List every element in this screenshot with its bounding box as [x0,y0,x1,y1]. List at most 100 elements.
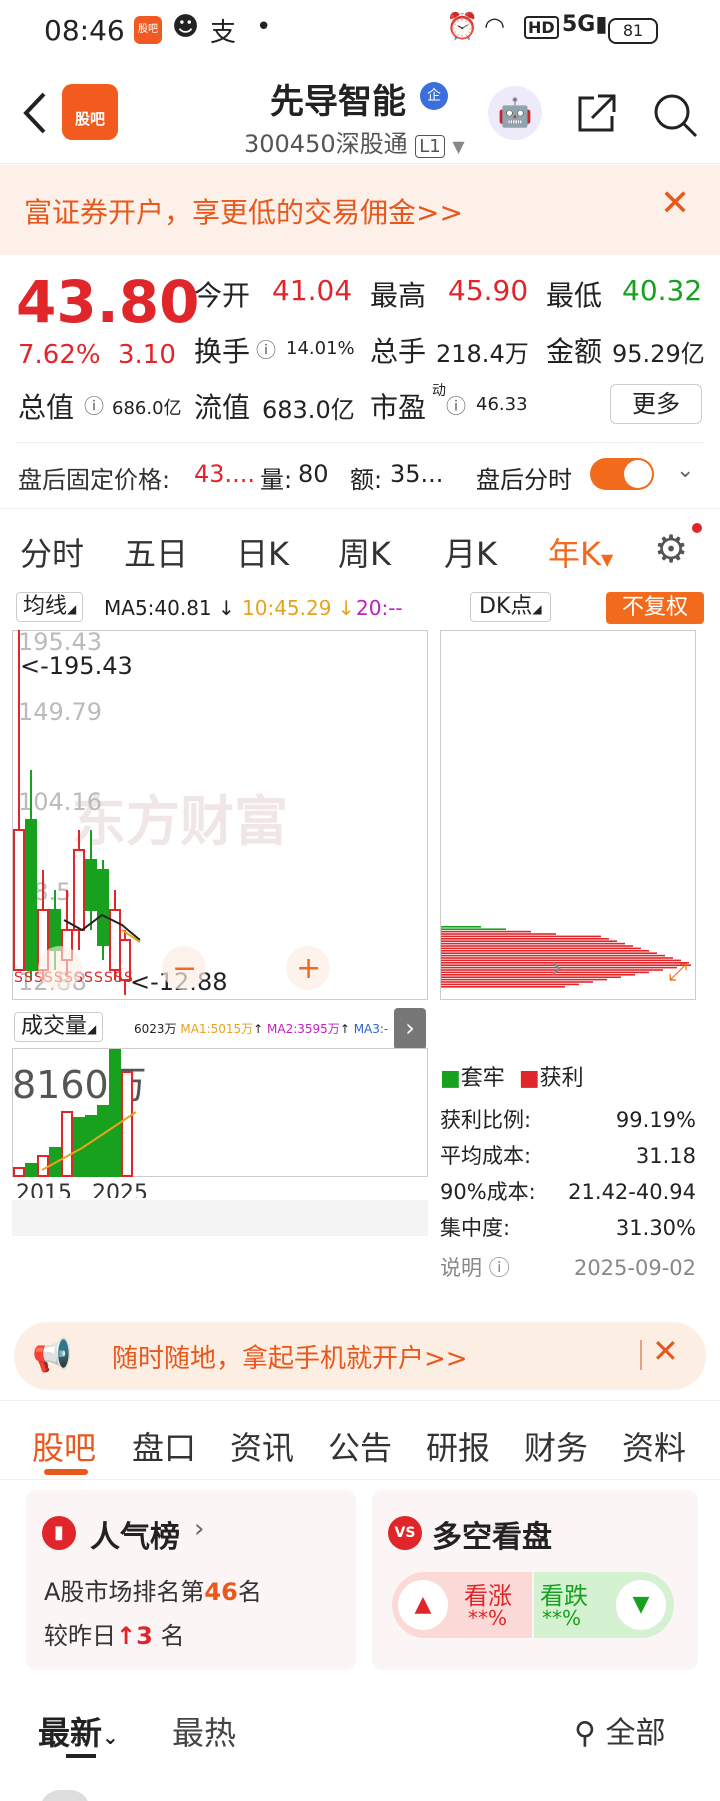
ma5-text: MA5:40.81 ↓ [104,596,235,620]
feed-hot-tab[interactable]: 最热 [172,1708,236,1754]
tab-guba[interactable]: 股吧 [32,1423,96,1469]
chip-stat-row: 集中度: 31.30% [440,1210,696,1246]
megaphone-icon: 📢 [32,1336,72,1374]
chip-distribution-chart: ‹ › ⤢ [440,630,696,1000]
close-icon[interactable]: ✕ [660,183,690,224]
avatar[interactable] [40,1790,90,1801]
chevron-left-icon[interactable]: ‹ [440,949,441,982]
after-hours-volume: 80 [298,460,329,488]
vol-ma2: MA2:3595万 [267,1022,340,1036]
kline-chart[interactable]: 东方财富 195.43149.79104.1658.5212.88 SSSSSS… [12,630,428,1000]
chip-bar [441,978,607,981]
chip-stat-label: 获利比例: [440,1108,532,1132]
feed-filter[interactable]: ⚲ 全部 [574,1708,666,1752]
candle-body [97,869,109,946]
vs-icon: VS [388,1516,422,1550]
dk-select[interactable]: DK点◢ [470,592,551,622]
trapped-swatch: ■ [440,1066,461,1091]
chip-stat-row: 获利比例: 99.19% [440,1102,696,1138]
signal-marker: S [94,970,103,986]
vote-up-button[interactable]: ▲ 看涨 **% [392,1572,532,1638]
info-icon[interactable]: ⓘ [446,390,466,419]
tab-announcements[interactable]: 公告 [328,1423,392,1469]
tab-research[interactable]: 研报 [426,1423,490,1469]
volume-bar [61,1111,73,1177]
chip-bar [441,950,649,952]
rank-line-1: A股市场排名第46名 [44,1572,262,1607]
amount-value: 95.29亿 [612,340,705,368]
volume-bar [109,1049,121,1177]
vote-down-button[interactable]: 看跌 **% ▼ [534,1572,674,1638]
chip-stat-label: 平均成本: [440,1144,532,1168]
tab-finance[interactable]: 财务 [524,1423,588,1469]
info-icon[interactable]: ⓘ [256,334,276,363]
mcap-label: 总值 [18,391,75,424]
info-icon[interactable]: ⓘ [84,390,104,419]
popularity-card[interactable]: ▮ 人气榜 › A股市场排名第46名 较昨日↑3 名 [26,1490,356,1670]
stock-name: 先导智能 [270,82,406,122]
volume-select[interactable]: 成交量◢ [14,1012,104,1042]
tab-yearly-k[interactable]: 年K▼ [548,529,613,575]
tab-news[interactable]: 资讯 [230,1423,294,1469]
account-banner[interactable]: 📢 随时随地，拿起手机就开户>> ✕ [14,1322,706,1390]
period-tabs: 分时 五日 日K 周K 月K 年K▼ ⚙ [0,508,720,588]
vol-ma3: MA3:- [353,1022,389,1036]
rank-post: 名 [237,1578,262,1606]
dropdown-icon: ◢ [532,602,542,616]
after-hours-amount-label: 额: [350,466,383,494]
chip-bar [441,933,556,935]
trapped-label: 套牢 [460,1066,505,1091]
more-button[interactable]: 更多 [610,384,702,424]
after-hours-toggle[interactable] [590,458,654,490]
feed-latest-tab[interactable]: 最新⌄ [38,1708,119,1754]
wechat-icon: ☻ [172,12,200,42]
enterprise-badge: 企 [420,82,448,110]
promo-banner[interactable]: 富证券开户，享更低的交易佣金>> ✕ [0,165,720,255]
settings-icon[interactable]: ⚙ [654,527,688,571]
tab-5day[interactable]: 五日 [124,529,188,575]
tab-daily-k[interactable]: 日K [236,529,289,575]
close-icon[interactable]: ✕ [652,1332,679,1370]
triangle-up-icon: ▲ [398,1580,448,1630]
expand-panel-button[interactable]: › [394,1008,426,1050]
pe-label: 市盈 [370,391,427,424]
tab-pankou[interactable]: 盘口 [132,1423,196,1469]
amount-label: 金额 [546,335,603,368]
chip-bar [441,974,635,976]
stock-code-text: 300450 [244,130,336,158]
stock-code[interactable]: 300450深股通 L1 ▼ [244,124,465,159]
share-icon[interactable] [574,92,618,136]
adjust-badge[interactable]: 不复权 [606,592,704,624]
banner-text: 随时随地，拿起手机就开户>> [112,1344,468,1374]
tab-monthly-k[interactable]: 月K [444,529,497,575]
search-icon[interactable] [652,92,698,138]
after-hours-volume-label: 量: [260,466,293,494]
expand-icon[interactable]: ⤢ [668,958,687,986]
tab-weekly-k[interactable]: 周K [338,529,391,575]
chip-note-row[interactable]: 说明 ⓘ 2025-09-02 [440,1250,696,1286]
volume-value: 218.4万 [436,340,529,368]
alarm-icon: ⏰ [446,12,479,42]
volume-label: 总手 [370,335,427,368]
ma5-value: MA5:40.81 [104,596,212,620]
battery-icon: 81 [608,18,658,44]
rank-change-post: 名 [160,1622,185,1650]
ma-select[interactable]: 均线◢ [16,592,84,622]
triangle-down-icon: ▼ [616,1580,666,1630]
chip-stats: 获利比例: 99.19% 平均成本: 31.18 90%成本: 21.42-40.94… [440,1102,696,1286]
robot-assistant-icon[interactable]: 🤖 [488,86,542,140]
scroll-left-button[interactable] [38,946,82,990]
vol-stat: 6023万 [134,1022,177,1036]
current-price: 43.80 [16,268,200,336]
chart-bar-icon: ▮ [42,1516,76,1550]
chevron-right-icon[interactable]: › [550,948,563,986]
float-label: 流值 [194,391,251,424]
hd-icon: HD [524,16,559,39]
back-icon[interactable] [20,90,50,136]
chevron-down-icon[interactable]: ⌄ [676,458,694,483]
low-label: 最低 [546,279,603,312]
tab-profile[interactable]: 资料 [622,1423,686,1469]
tab-intraday[interactable]: 分时 [20,529,84,575]
feed-latest-label: 最新 [38,1714,103,1752]
level-badge: L1 [415,135,445,158]
